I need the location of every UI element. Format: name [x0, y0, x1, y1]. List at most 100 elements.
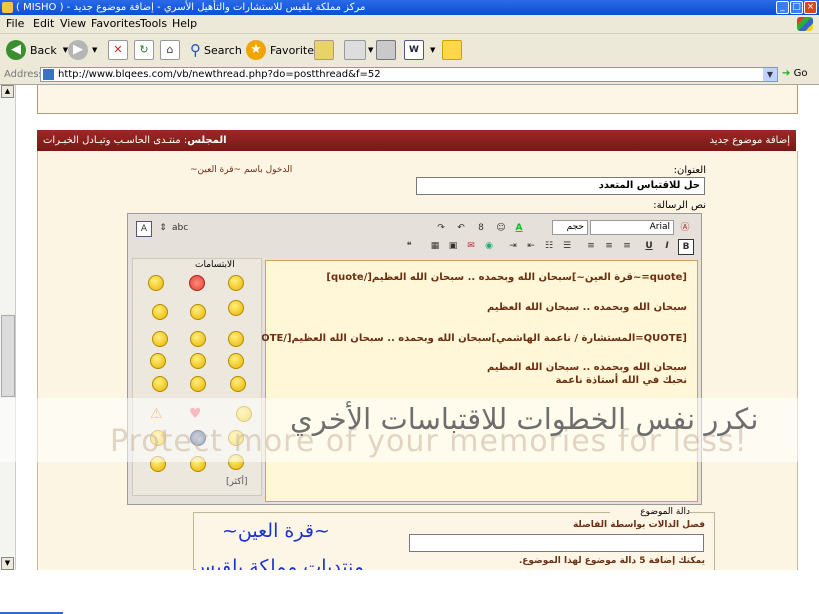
forward-button[interactable]: ▶ ▼ [68, 38, 97, 62]
align-center-icon[interactable]: ≡ [602, 239, 616, 253]
mail-button[interactable]: ▼ [344, 38, 373, 62]
print-button[interactable] [376, 38, 396, 62]
go-label: Go [793, 68, 808, 79]
smilie-icon[interactable] [228, 353, 244, 369]
ie-page-icon [2, 2, 13, 13]
align-right-icon[interactable]: ≡ [584, 239, 598, 253]
go-button[interactable]: ➔ Go [782, 68, 807, 79]
logged-in-as: الدخول باسم ~قرة العين~ [190, 165, 293, 175]
smilie-icon[interactable] [190, 331, 206, 347]
underline-button[interactable]: U [642, 239, 656, 253]
smilie-icon[interactable] [152, 304, 168, 320]
stop-button[interactable]: ✕ [108, 38, 128, 62]
smilie-icon[interactable] [190, 353, 206, 369]
messenger-icon [442, 40, 462, 60]
smilie-icon[interactable] [228, 275, 244, 291]
menu-favorites[interactable]: Favorites [91, 17, 141, 30]
previous-panel [37, 85, 798, 114]
menu-bar: File Edit View Favorites Tools Help [0, 15, 819, 34]
back-button[interactable]: ◀ Back ▼ [6, 38, 68, 62]
menu-edit[interactable]: Edit [33, 17, 54, 30]
remove-format-icon[interactable]: Ⓐ [678, 221, 692, 235]
mail-icon [344, 40, 366, 60]
home-button[interactable]: ⌂ [160, 38, 180, 62]
back-label: Back [30, 43, 57, 57]
title-label: العنوان: [673, 165, 706, 176]
smilies-title: الابتسامات [195, 260, 235, 270]
close-button[interactable]: × [804, 1, 817, 14]
message-line-3: [QUOTE=المستشارة / ناعمة الهاشمي]سبحان ا… [240, 333, 687, 344]
menu-view[interactable]: View [60, 17, 86, 30]
scrollbar[interactable]: ▲ ▼ [0, 85, 16, 570]
insert-link-globe-icon[interactable]: ◉ [482, 239, 496, 253]
message-line-5: نحبك في الله أستاذة ناعمة [555, 375, 687, 386]
menu-file[interactable]: File [6, 17, 24, 30]
smilie-icon[interactable] [190, 304, 206, 320]
header-forum: المجلس: منتـدى الحاسـب وتبـادل الخبـرات [43, 130, 227, 151]
insert-link-icon[interactable]: 8 [474, 221, 488, 235]
unordered-list-icon[interactable]: ☷ [542, 239, 556, 253]
bold-button[interactable]: B [678, 239, 694, 255]
window-title: ( MISHO ) - مركز مملكة بلقيس للاستشارات … [16, 2, 366, 13]
switch-mode-icon[interactable]: A [136, 221, 152, 237]
message-line-1: [quote=~قرة العين~]سبحان الله وبحمده .. … [326, 272, 687, 283]
tags-legend: دالة الموضوع [610, 507, 690, 517]
smilie-icon[interactable] [189, 275, 205, 291]
resize-icon[interactable]: ⇕ [156, 221, 170, 235]
windows-logo-icon [797, 17, 813, 31]
quote-icon[interactable]: ❝ [402, 239, 416, 253]
text-color-icon[interactable]: A [512, 221, 526, 235]
favorites-button[interactable]: ★ Favorites [246, 38, 320, 62]
smilie-icon[interactable] [228, 331, 244, 347]
smilie-icon[interactable] [150, 353, 166, 369]
size-select[interactable]: حجم [552, 220, 588, 235]
indent-icon[interactable]: ⇥ [506, 239, 520, 253]
print-icon [376, 40, 396, 60]
more-smilies-link[interactable]: [أكثر] [226, 477, 248, 487]
word-button[interactable]: W ▼ [404, 38, 435, 62]
title-input[interactable]: حل للاقتباس المتعدد [416, 177, 705, 195]
search-button[interactable]: ⚲ Search [190, 38, 242, 62]
spellcheck-icon[interactable]: abc [172, 221, 188, 235]
insert-image-icon[interactable]: ▣ [446, 239, 460, 253]
tags-input[interactable] [409, 534, 704, 552]
scroll-up-button[interactable]: ▲ [1, 85, 14, 98]
redo-icon[interactable]: ↷ [434, 221, 448, 235]
font-select[interactable]: Arial [590, 220, 674, 235]
menu-tools[interactable]: Tools [140, 17, 167, 30]
history-button[interactable] [314, 38, 334, 62]
messenger-button[interactable] [442, 38, 462, 62]
refresh-icon: ↻ [134, 40, 154, 60]
scroll-thumb[interactable] [1, 315, 15, 397]
address-input[interactable]: http://www.blqees.com/vb/newthread.php?d… [40, 67, 778, 82]
smilie-icon[interactable] [152, 331, 168, 347]
smilie-icon[interactable] [228, 300, 244, 316]
refresh-button[interactable]: ↻ [134, 38, 154, 62]
smilie-icon[interactable] [230, 376, 246, 392]
address-label: Address [4, 69, 44, 80]
address-dropdown[interactable]: ▼ [763, 68, 777, 81]
page-icon [43, 69, 54, 80]
bottom-blank [63, 570, 819, 614]
italic-button[interactable]: I [660, 239, 674, 253]
address-url: http://www.blqees.com/vb/newthread.php?d… [58, 69, 381, 80]
taskbar-corner [0, 570, 63, 614]
smilie-icon[interactable] [190, 376, 206, 392]
history-icon [314, 40, 334, 60]
minimize-button[interactable]: _ [776, 1, 789, 14]
smilie-icon[interactable]: ☺ [494, 221, 508, 235]
undo-icon[interactable]: ↶ [454, 221, 468, 235]
smilie-icon[interactable] [152, 376, 168, 392]
maximize-button[interactable]: □ [790, 1, 803, 14]
insert-video-icon[interactable]: ▦ [428, 239, 442, 253]
scroll-down-button[interactable]: ▼ [1, 557, 14, 570]
header-forum-name: : منتـدى الحاسـب وتبـادل الخبـرات [43, 135, 188, 146]
menu-help[interactable]: Help [172, 17, 197, 30]
toolbar: ◀ Back ▼ ▶ ▼ ✕ ↻ ⌂ ⚲ Search ★ Favorites … [0, 34, 819, 67]
ordered-list-icon[interactable]: ☰ [560, 239, 574, 253]
email-link-icon[interactable]: ✉ [464, 239, 478, 253]
outdent-icon[interactable]: ⇤ [524, 239, 538, 253]
header-forum-label: المجلس [187, 135, 227, 146]
align-left-icon[interactable]: ≡ [620, 239, 634, 253]
smilie-icon[interactable] [148, 275, 164, 291]
